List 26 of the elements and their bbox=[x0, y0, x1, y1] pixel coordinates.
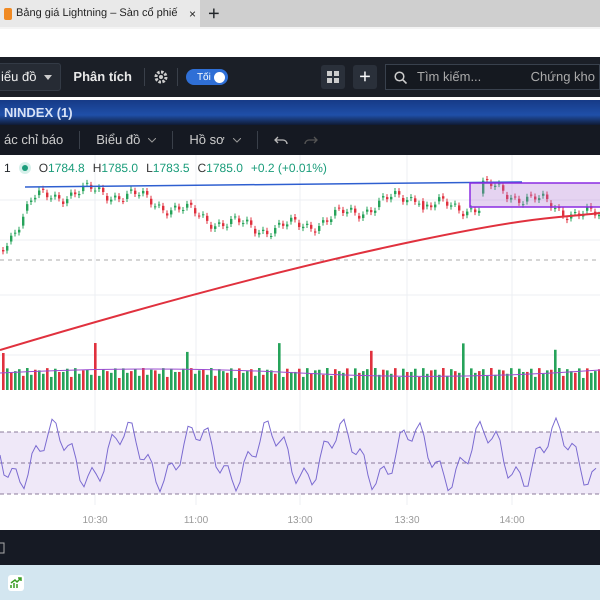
time-label: 11:00 bbox=[184, 515, 208, 526]
market-label: Chứng kho bbox=[530, 68, 595, 86]
theme-toggle[interactable]: Tối bbox=[186, 69, 228, 85]
tab-title: Bảng giá Lightning – Sàn cổ phiế bbox=[16, 6, 178, 22]
ohlc-value: L1783.5 bbox=[146, 160, 190, 177]
analysis-link[interactable]: Phân tích bbox=[69, 67, 136, 87]
close-tab-button[interactable]: × bbox=[188, 4, 196, 22]
ohlc-value: O1784.8 bbox=[38, 160, 85, 177]
chart-menu-button[interactable]: iểu đồ bbox=[0, 63, 62, 91]
time-label: 13:00 bbox=[287, 515, 313, 526]
ohlc-value: H1785.0 bbox=[92, 160, 138, 177]
add-button[interactable]: + bbox=[353, 65, 377, 89]
search-input[interactable]: Tìm kiếm... bbox=[415, 66, 520, 88]
time-label: 13:30 bbox=[394, 515, 420, 526]
time-label: 10:30 bbox=[82, 515, 108, 526]
new-tab-button[interactable]: + bbox=[208, 0, 220, 28]
search-box[interactable]: Tìm kiếm... Chứng kho bbox=[385, 64, 600, 90]
browser-tab[interactable]: Bảng giá Lightning – Sàn cổ phiế × bbox=[0, 0, 200, 27]
chart-title: NINDEX (1) bbox=[4, 104, 73, 122]
chart-toolbar-menu[interactable]: Biểu đồ bbox=[96, 130, 156, 150]
chart-toolbar-menu[interactable]: Hồ sơ bbox=[189, 130, 241, 150]
price-change: +0.2 (+0.01%) bbox=[250, 160, 327, 177]
ohlc-value: C1785.0 bbox=[198, 160, 243, 177]
interval-label: 1 bbox=[4, 160, 11, 177]
time-label: 14:00 bbox=[499, 515, 525, 526]
chart-toolbar-menu[interactable]: ác chỉ báo bbox=[4, 130, 64, 150]
